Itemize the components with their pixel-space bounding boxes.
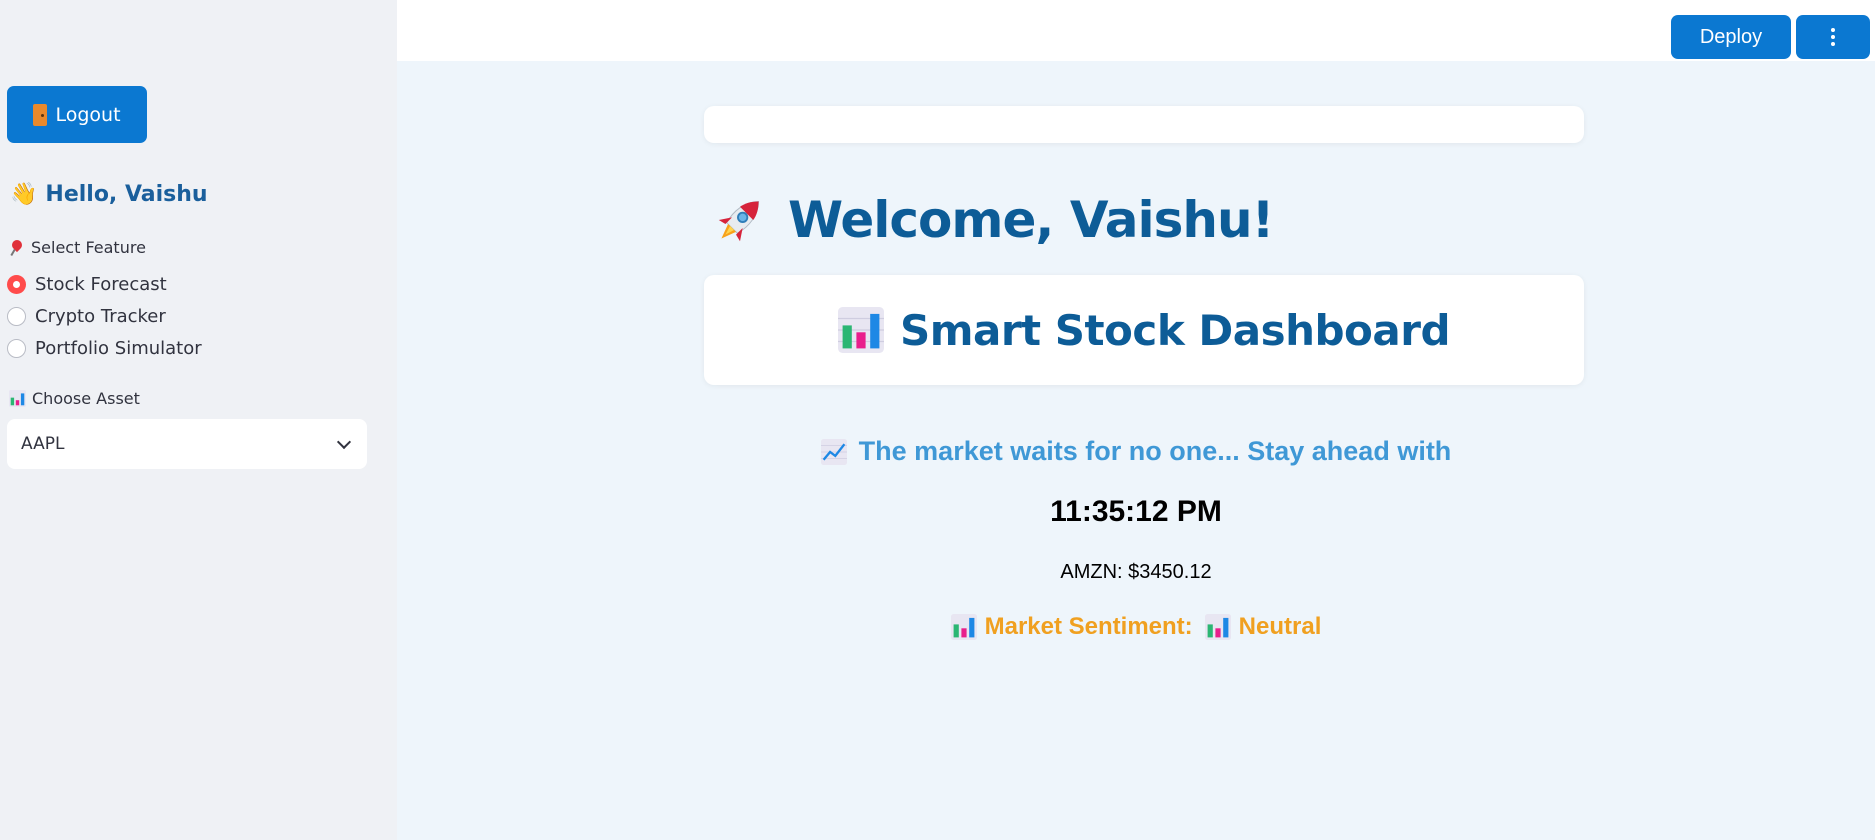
app-header: [397, 0, 1875, 61]
radio-button-selected[interactable]: [7, 275, 26, 294]
asset-select[interactable]: AAPL: [7, 419, 367, 469]
sentiment-value: Neutral: [1238, 613, 1322, 640]
main-menu-button[interactable]: [1796, 15, 1870, 59]
radio-button[interactable]: [7, 307, 26, 326]
greeting-text: Hello, Vaishu: [45, 182, 208, 207]
dashboard-title-card: Smart Stock Dashboard: [704, 275, 1584, 385]
chevron-down-icon: [336, 434, 352, 449]
empty-container: [704, 106, 1584, 143]
radio-button[interactable]: [7, 339, 26, 358]
stock-ticker: AMZN: $3450.12: [1060, 561, 1212, 583]
choose-asset-label: Choose Asset: [9, 389, 140, 408]
radio-label: Stock Forecast: [35, 274, 167, 295]
welcome-text: Welcome, Vaishu!: [788, 191, 1274, 249]
bar-chart-icon: [1204, 614, 1231, 640]
sentiment-label: Market Sentiment:: [984, 613, 1193, 640]
wave-icon: 👋: [10, 181, 38, 207]
sidebar-greeting: 👋 Hello, Vaishu: [10, 182, 208, 207]
select-feature-label: Select Feature: [9, 238, 146, 257]
choose-asset-text: Choose Asset: [32, 389, 140, 408]
select-feature-text: Select Feature: [31, 238, 146, 257]
trend-chart-icon: [820, 438, 847, 465]
market-sentiment: Market Sentiment: Neutral: [397, 613, 1875, 641]
tagline-text: The market waits for no one... Stay ahea…: [858, 436, 1452, 466]
deploy-button[interactable]: Deploy: [1671, 15, 1791, 59]
dashboard-title: Smart Stock Dashboard: [899, 305, 1451, 355]
page-title: Welcome, Vaishu!: [710, 190, 1274, 250]
bar-chart-icon: [837, 307, 884, 353]
radio-portfolio-simulator[interactable]: Portfolio Simulator: [7, 338, 202, 359]
rocket-icon: [718, 200, 760, 242]
clock-display: 11:35:12 PM: [1050, 495, 1222, 528]
tagline: The market waits for no one... Stay ahea…: [397, 436, 1875, 467]
door-icon: [33, 103, 48, 126]
radio-label: Crypto Tracker: [35, 306, 166, 327]
logout-button[interactable]: Logout: [7, 86, 147, 143]
radio-crypto-tracker[interactable]: Crypto Tracker: [7, 306, 166, 327]
sidebar: Logout 👋 Hello, Vaishu Select Feature St…: [0, 0, 397, 840]
bar-chart-icon: [9, 390, 26, 407]
asset-select-value: AAPL: [21, 434, 65, 454]
logout-label: Logout: [55, 103, 121, 126]
radio-stock-forecast[interactable]: Stock Forecast: [7, 274, 167, 295]
radio-label: Portfolio Simulator: [35, 338, 202, 359]
pin-icon: [9, 240, 25, 256]
bar-chart-icon: [950, 614, 977, 640]
menu-dots-icon: [1831, 28, 1835, 32]
